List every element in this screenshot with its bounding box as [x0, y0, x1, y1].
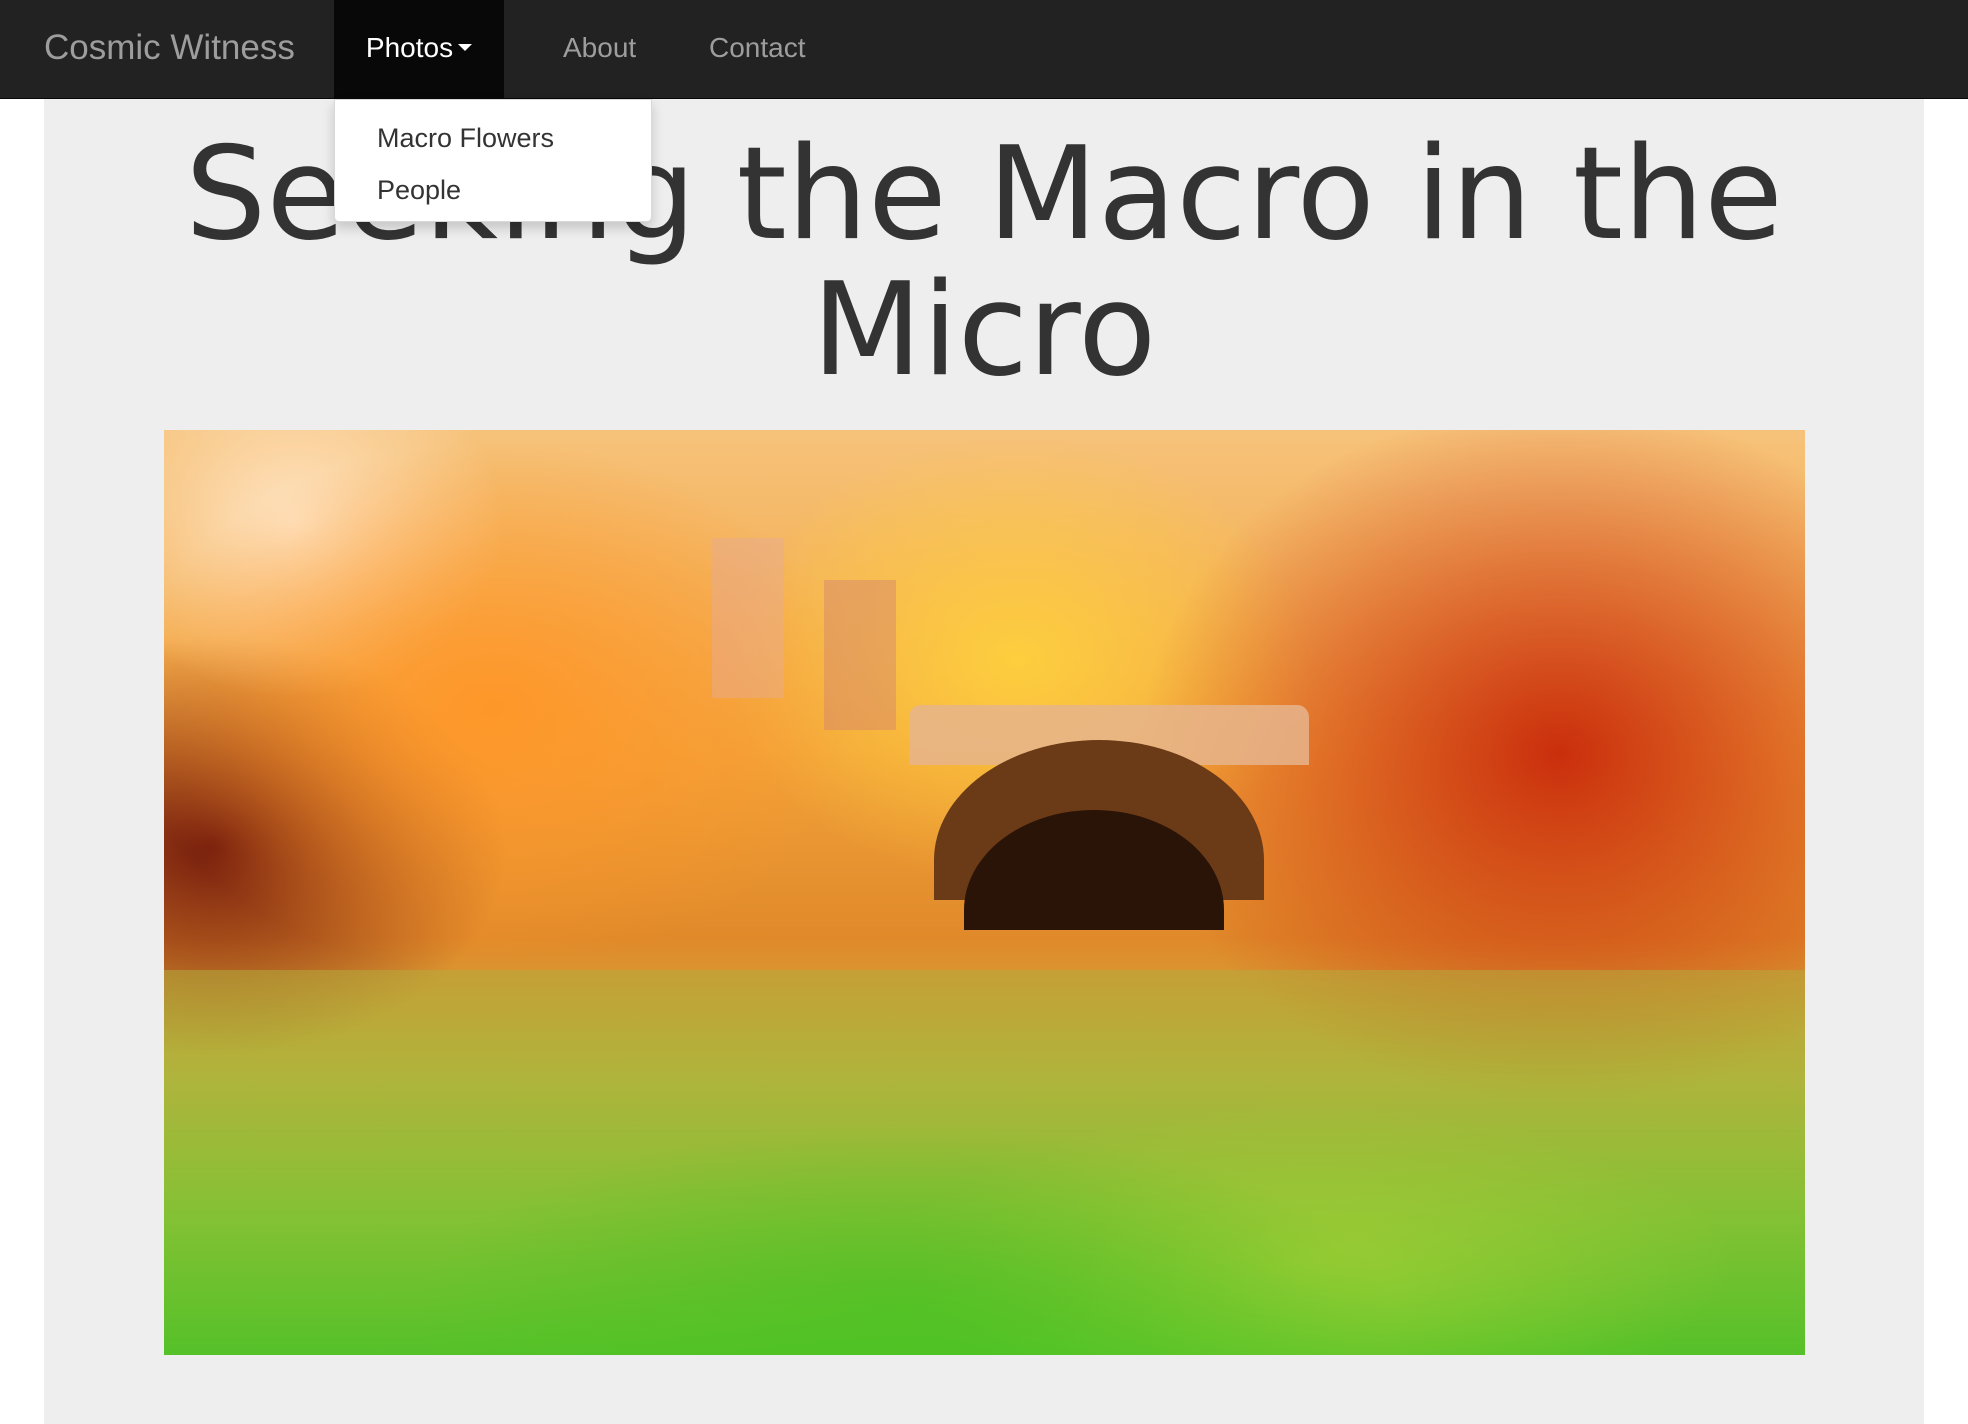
autumn-bridge-photo	[164, 430, 1805, 1355]
photo-building-left	[712, 538, 784, 698]
page-headline: Seeking the Macro in the Micro	[185, 120, 1783, 405]
dropdown-item-people[interactable]: People	[377, 170, 461, 210]
brand-link[interactable]: Cosmic Witness	[44, 0, 295, 98]
photo-building-right	[824, 580, 896, 730]
top-navbar: Cosmic Witness Photos About Contact	[0, 0, 1968, 99]
nav-about-link[interactable]: About	[563, 0, 636, 98]
nav-photos-dropdown-toggle[interactable]: Photos	[334, 0, 504, 98]
nav-photos-label: Photos	[365, 32, 454, 63]
nav-contact-link[interactable]: Contact	[709, 0, 806, 98]
dropdown-item-macro-flowers[interactable]: Macro Flowers	[377, 118, 554, 158]
photo-water	[164, 970, 1805, 1355]
jumbotron: Seeking the Macro in the Micro	[44, 99, 1924, 1424]
caret-down-icon	[458, 44, 473, 52]
photos-dropdown-menu: Macro Flowers People	[334, 99, 652, 222]
